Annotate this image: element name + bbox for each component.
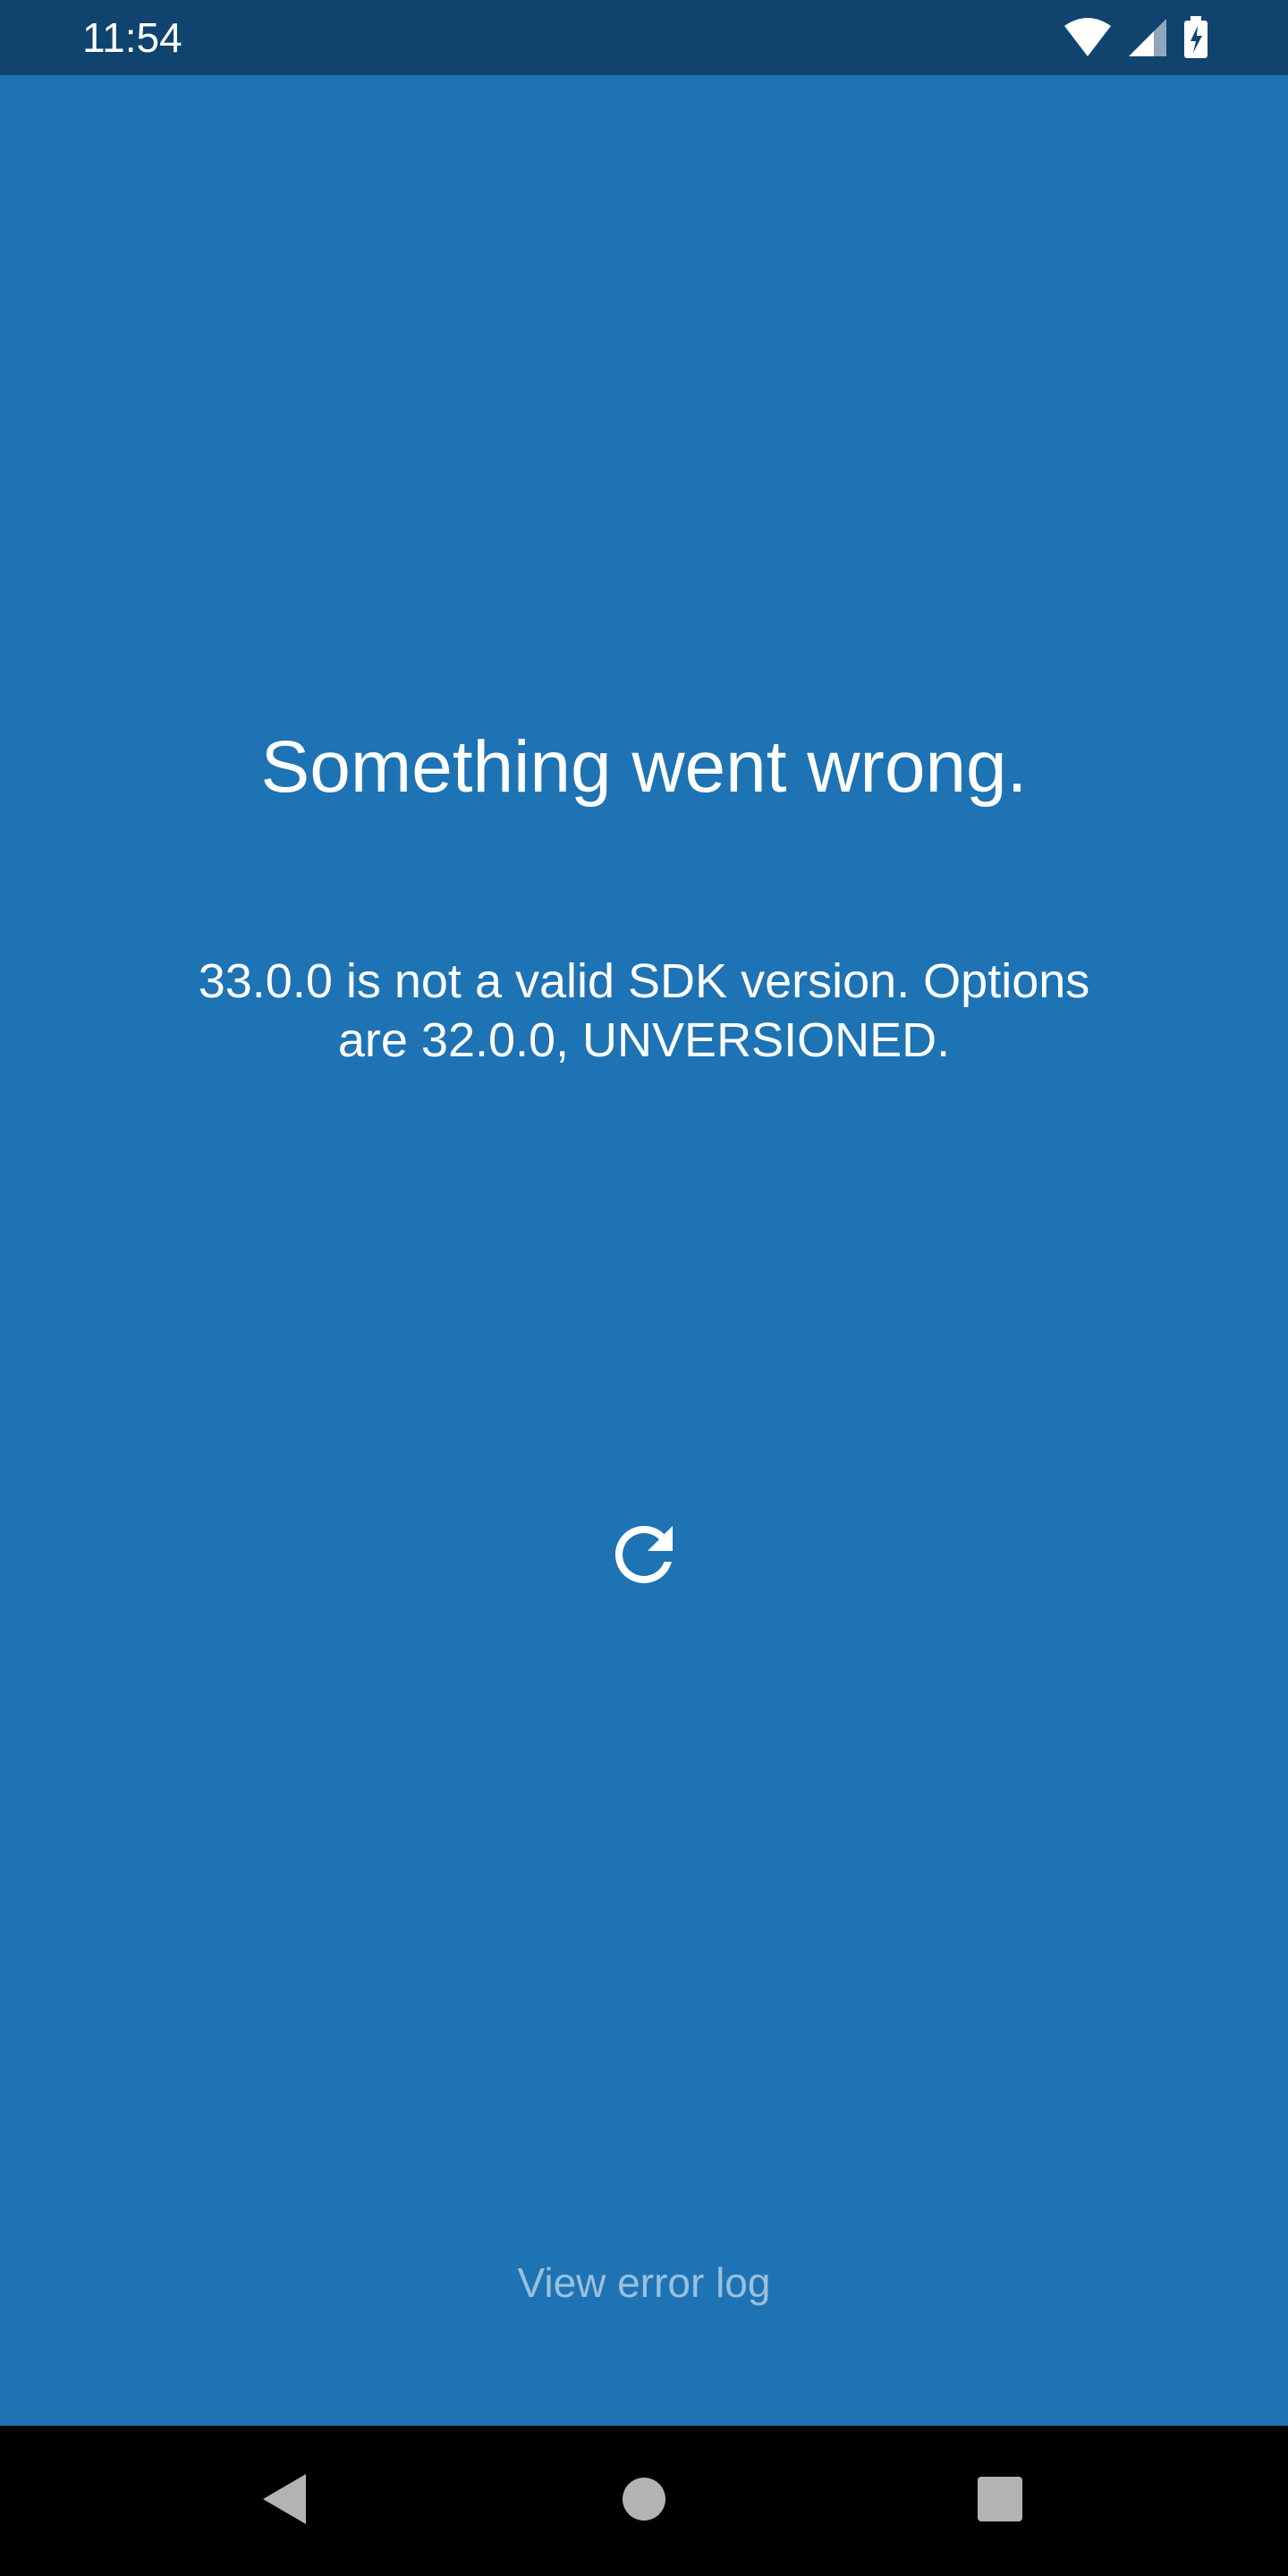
status-icons <box>1063 16 1209 59</box>
error-title: Something went wrong. <box>260 726 1028 808</box>
reload-icon <box>601 1512 687 1602</box>
recents-icon <box>977 2476 1023 2527</box>
navigation-bar <box>0 2426 1288 2576</box>
home-icon <box>621 2476 667 2527</box>
wifi-icon <box>1063 17 1113 58</box>
home-button[interactable] <box>599 2456 689 2546</box>
view-error-log-link[interactable]: View error log <box>0 2256 1288 2309</box>
status-time: 11:54 <box>82 14 182 61</box>
recents-button[interactable] <box>955 2456 1045 2546</box>
back-button[interactable] <box>240 2456 329 2546</box>
status-bar: 11:54 <box>0 0 1288 75</box>
reload-button[interactable] <box>590 1503 698 1610</box>
battery-charging-icon <box>1182 16 1209 59</box>
error-screen <box>0 75 1288 2426</box>
back-icon <box>259 2470 309 2532</box>
cell-signal-icon <box>1127 17 1168 58</box>
error-message: 33.0.0 is not a valid SDK version. Optio… <box>198 954 1090 1067</box>
